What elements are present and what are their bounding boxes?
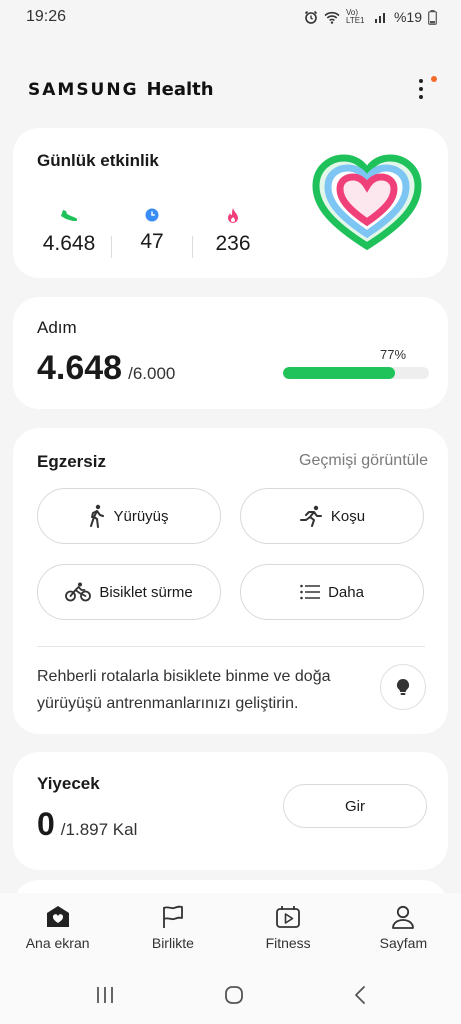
nav-my-page-label: Sayfam bbox=[379, 935, 428, 951]
running-button[interactable]: Koşu bbox=[240, 488, 424, 544]
home-button-icon[interactable] bbox=[224, 985, 244, 1005]
home-heart-icon bbox=[46, 906, 69, 927]
more-dot bbox=[419, 87, 423, 91]
notification-badge bbox=[431, 76, 437, 82]
food-value: 0 bbox=[37, 806, 55, 842]
nav-home-label: Ana ekran bbox=[25, 935, 90, 951]
activity-heart-icon bbox=[312, 154, 422, 251]
system-navigation-bar bbox=[0, 965, 461, 1024]
exercise-tip-text: Rehberli rotalarla bisiklete binme ve do… bbox=[37, 668, 331, 712]
daily-activity-stats: 4.648 47 236 bbox=[37, 208, 273, 258]
back-icon[interactable] bbox=[353, 985, 367, 1005]
view-history-link[interactable]: Geçmişi görüntüle bbox=[299, 452, 428, 470]
more-dot bbox=[419, 79, 423, 83]
exercise-card: Egzersiz Geçmişi görüntüle Yürüyüş Koşu … bbox=[13, 428, 448, 734]
daily-activity-card[interactable]: Günlük etkinlik 4.648 47 236 bbox=[13, 128, 448, 278]
cycling-button[interactable]: Bisiklet sürme bbox=[37, 564, 221, 620]
lightbulb-icon bbox=[396, 678, 410, 695]
exercise-title: Egzersiz bbox=[37, 452, 106, 471]
recent-apps-icon[interactable] bbox=[95, 986, 115, 1004]
flag-icon bbox=[162, 905, 183, 928]
daily-steps-stat: 4.648 bbox=[37, 208, 101, 256]
cycling-label: Bisiklet sürme bbox=[99, 583, 193, 601]
steps-value: 4.648 bbox=[37, 349, 123, 387]
daily-calories-value: 236 bbox=[215, 232, 251, 255]
daily-minutes-value: 47 bbox=[140, 230, 164, 253]
brand-health: Health bbox=[146, 78, 214, 100]
shoe-icon bbox=[61, 210, 78, 221]
food-card[interactable]: Yiyecek 0 /1.897 Kal Gir bbox=[13, 752, 448, 870]
fitness-play-icon bbox=[276, 906, 301, 928]
more-exercises-button[interactable]: Daha bbox=[240, 564, 424, 620]
tip-button[interactable] bbox=[380, 664, 426, 710]
brand-samsung: SAMSUNG bbox=[28, 79, 139, 100]
daily-minutes-stat: 47 bbox=[112, 208, 192, 254]
nav-fitness[interactable]: Fitness bbox=[238, 905, 338, 951]
nav-together-label: Birlikte bbox=[151, 935, 194, 951]
battery-icon bbox=[428, 9, 437, 25]
status-time: 19:26 bbox=[26, 8, 67, 25]
flame-icon bbox=[228, 208, 238, 223]
battery-percent: %19 bbox=[393, 9, 422, 25]
wifi-icon bbox=[324, 11, 340, 24]
nav-home[interactable]: Ana ekran bbox=[8, 905, 108, 951]
bottom-navigation: Ana ekran Birlikte Fitness Sayfam bbox=[0, 893, 461, 965]
status-bar: 19:26 Vo) LTE1 %19 bbox=[0, 0, 461, 34]
more-dot bbox=[419, 95, 423, 99]
daily-activity-title: Günlük etkinlik bbox=[37, 151, 159, 170]
walking-button[interactable]: Yürüyüş bbox=[37, 488, 221, 544]
steps-percent: 77% bbox=[380, 347, 407, 362]
steps-title: Adım bbox=[37, 318, 77, 337]
enter-food-button[interactable]: Gir bbox=[283, 784, 427, 828]
steps-count: 4.648 /6.000 bbox=[37, 349, 175, 388]
food-title: Yiyecek bbox=[37, 774, 100, 793]
running-label: Koşu bbox=[330, 507, 366, 525]
person-icon bbox=[392, 905, 415, 929]
status-icons: Vo) LTE1 %19 bbox=[304, 9, 437, 25]
more-options-button[interactable] bbox=[411, 74, 437, 104]
nav-my-page[interactable]: Sayfam bbox=[353, 905, 453, 951]
steps-progress-fill bbox=[283, 367, 396, 379]
food-calories: 0 /1.897 Kal bbox=[37, 806, 137, 843]
divider bbox=[37, 646, 425, 647]
signal-icon bbox=[374, 13, 385, 23]
app-header: SAMSUNG Health bbox=[0, 62, 461, 116]
running-icon bbox=[299, 505, 322, 527]
daily-calories-stat: 236 bbox=[193, 208, 273, 256]
list-icon bbox=[300, 584, 321, 600]
nav-together[interactable]: Birlikte bbox=[123, 905, 223, 951]
alarm-icon bbox=[304, 10, 318, 24]
steps-progress-bar bbox=[283, 367, 429, 379]
steps-goal: /6.000 bbox=[128, 364, 176, 383]
clock-icon bbox=[145, 208, 159, 222]
walking-label: Yürüyüş bbox=[113, 507, 169, 525]
samsung-health-logo: SAMSUNG Health bbox=[28, 79, 214, 100]
walking-icon bbox=[90, 504, 105, 528]
network-label: Vo) LTE1 bbox=[345, 8, 365, 25]
nav-fitness-label: Fitness bbox=[265, 935, 311, 951]
more-exercises-label: Daha bbox=[328, 583, 364, 601]
cycling-icon bbox=[65, 582, 92, 602]
food-goal: /1.897 Kal bbox=[60, 820, 138, 839]
daily-steps-value: 4.648 bbox=[42, 232, 96, 255]
steps-card[interactable]: Adım 4.648 /6.000 77% bbox=[13, 297, 448, 409]
